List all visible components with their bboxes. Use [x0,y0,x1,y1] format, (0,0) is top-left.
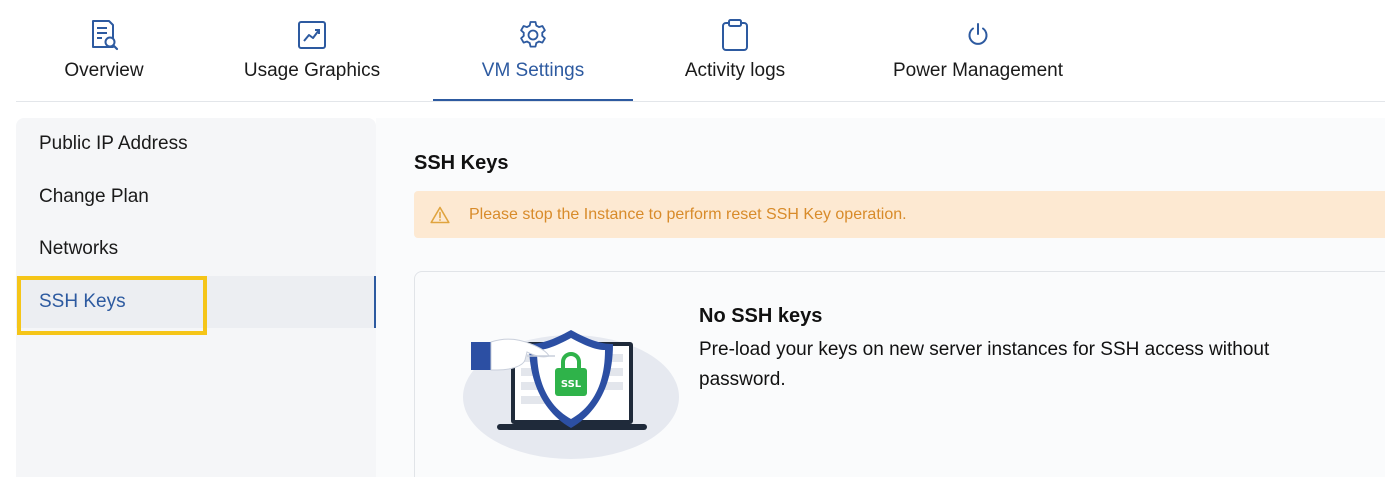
tab-usage-graphics-label: Usage Graphics [243,60,381,81]
sidebar-item-label: Public IP Address [39,133,188,154]
sidebar-item-label: Networks [39,238,119,259]
tab-power-management[interactable]: Power Management [878,0,1078,101]
sidebar-item-ssh-keys[interactable]: SSH Keys [16,276,376,328]
tab-vm-settings-label: VM Settings [481,60,585,81]
tab-overview[interactable]: Overview [54,0,154,101]
empty-state-title: No SSH keys [699,305,823,327]
sidebar-item-label: Change Plan [39,186,149,207]
sidebar-item-change-plan[interactable]: Change Plan [16,171,376,223]
sidebar-item-label: SSH Keys [39,291,126,312]
ssl-badge-text: SSL [561,379,582,390]
tab-usage-graphics[interactable]: Usage Graphics [232,0,392,101]
settings-sidebar: Public IP Address Change Plan Networks S… [16,118,376,477]
warning-triangle-icon [430,204,452,226]
tab-bar-divider [16,101,1385,102]
gear-icon [517,18,549,52]
page-title: SSH Keys [414,152,509,174]
tab-overview-label: Overview [64,60,144,81]
top-tab-bar: Overview Usage Graphics VM Settings Acti… [0,0,1385,102]
warning-banner: Please stop the Instance to perform rese… [414,191,1385,238]
tab-activity-logs[interactable]: Activity logs [675,0,795,101]
empty-state-description: Pre-load your keys on new server instanc… [699,339,1270,390]
sidebar-item-networks[interactable]: Networks [16,223,376,275]
clipboard-icon [719,18,751,52]
main-content: SSH Keys Please stop the Instance to per… [376,118,1385,477]
active-tab-indicator [433,99,633,101]
empty-state-card: SSL No SSH keys Pre-load your keys on ne… [414,271,1385,477]
tab-power-management-label: Power Management [892,60,1064,81]
document-search-icon [88,18,120,52]
ssl-security-illustration: SSL [451,312,681,462]
tab-activity-logs-label: Activity logs [684,60,786,81]
warning-text: Please stop the Instance to perform rese… [469,205,907,223]
sidebar-item-public-ip-address[interactable]: Public IP Address [16,118,376,170]
tab-vm-settings[interactable]: VM Settings [433,0,633,101]
power-icon [962,18,994,52]
chart-trend-icon [296,18,328,52]
